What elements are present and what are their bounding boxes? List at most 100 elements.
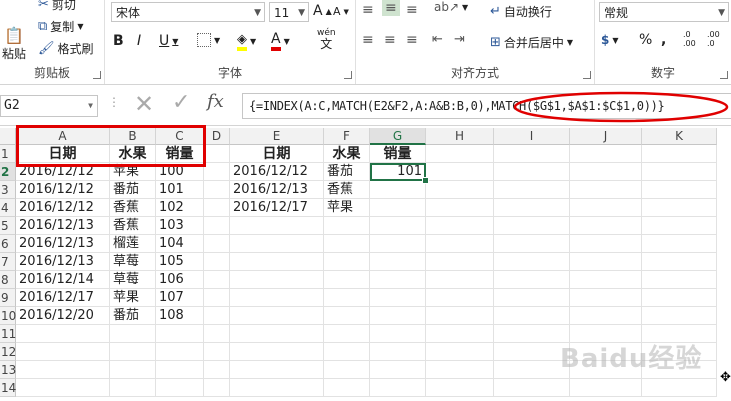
- cell-A6[interactable]: 2016/12/13: [16, 235, 110, 253]
- cell-G2[interactable]: 101: [370, 163, 426, 181]
- select-all-corner[interactable]: [0, 128, 16, 145]
- cell-I5[interactable]: [494, 217, 570, 235]
- number-format-select[interactable]: 常规 ▼: [599, 2, 729, 22]
- cell-D12[interactable]: [204, 343, 230, 361]
- cell-F8[interactable]: [324, 271, 370, 289]
- cell-K9[interactable]: [642, 289, 717, 307]
- cell-D9[interactable]: [204, 289, 230, 307]
- cell-J6[interactable]: [570, 235, 642, 253]
- format-painter-button[interactable]: 🖌 格式刷: [38, 40, 94, 57]
- column-header[interactable]: B: [110, 128, 156, 145]
- align-center-button[interactable]: ≡: [384, 32, 396, 48]
- cell-C10[interactable]: 108: [156, 307, 204, 325]
- cell-J14[interactable]: [570, 379, 642, 397]
- cell-D13[interactable]: [204, 361, 230, 379]
- decrease-decimal-button[interactable]: .00 .0: [707, 30, 727, 48]
- phonetic-button[interactable]: wén 文: [317, 28, 336, 50]
- cell-K6[interactable]: [642, 235, 717, 253]
- cell-B2[interactable]: 苹果: [110, 163, 156, 181]
- cell-C12[interactable]: [156, 343, 204, 361]
- italic-button[interactable]: I: [137, 33, 141, 49]
- row-header[interactable]: 7: [0, 253, 16, 271]
- number-launcher-icon[interactable]: [720, 71, 728, 79]
- cell-E6[interactable]: [230, 235, 324, 253]
- cell-E8[interactable]: [230, 271, 324, 289]
- merge-center-button[interactable]: ⊞ 合并后居中 ▼: [490, 34, 573, 51]
- cell-G7[interactable]: [370, 253, 426, 271]
- cell-J3[interactable]: [570, 181, 642, 199]
- cell-D8[interactable]: [204, 271, 230, 289]
- cell-I9[interactable]: [494, 289, 570, 307]
- cell-D11[interactable]: [204, 325, 230, 343]
- column-header[interactable]: A: [16, 128, 110, 145]
- cell-J8[interactable]: [570, 271, 642, 289]
- cell-I10[interactable]: [494, 307, 570, 325]
- cell-G8[interactable]: [370, 271, 426, 289]
- cell-B8[interactable]: 草莓: [110, 271, 156, 289]
- cell-B9[interactable]: 苹果: [110, 289, 156, 307]
- row-header[interactable]: 3: [0, 181, 16, 199]
- cell-C14[interactable]: [156, 379, 204, 397]
- cell-I3[interactable]: [494, 181, 570, 199]
- cell-F12[interactable]: [324, 343, 370, 361]
- increase-decimal-button[interactable]: .0 .00: [683, 30, 703, 48]
- cell-J10[interactable]: [570, 307, 642, 325]
- cell-K2[interactable]: [642, 163, 717, 181]
- cell-F9[interactable]: [324, 289, 370, 307]
- cell-K4[interactable]: [642, 199, 717, 217]
- row-header[interactable]: 9: [0, 289, 16, 307]
- cell-I11[interactable]: [494, 325, 570, 343]
- cell-C4[interactable]: 102: [156, 199, 204, 217]
- cell-K10[interactable]: [642, 307, 717, 325]
- align-right-button[interactable]: ≡: [406, 32, 418, 48]
- column-header[interactable]: H: [426, 128, 494, 145]
- cell-G4[interactable]: [370, 199, 426, 217]
- cell-A2[interactable]: 2016/12/12: [16, 163, 110, 181]
- cell-H3[interactable]: [426, 181, 494, 199]
- cell-B14[interactable]: [110, 379, 156, 397]
- cell-A3[interactable]: 2016/12/12: [16, 181, 110, 199]
- cell-A5[interactable]: 2016/12/13: [16, 217, 110, 235]
- cell-F7[interactable]: [324, 253, 370, 271]
- cell-I12[interactable]: [494, 343, 570, 361]
- cell-E4[interactable]: 2016/12/17: [230, 199, 324, 217]
- row-header[interactable]: 4: [0, 199, 16, 217]
- row-header[interactable]: 6: [0, 235, 16, 253]
- underline-button[interactable]: U ▼: [159, 33, 178, 49]
- cell-B5[interactable]: 香蕉: [110, 217, 156, 235]
- comma-button[interactable]: ,: [661, 32, 666, 48]
- cell-G10[interactable]: [370, 307, 426, 325]
- cell-C2[interactable]: 100: [156, 163, 204, 181]
- cell-D4[interactable]: [204, 199, 230, 217]
- cut-button[interactable]: ✂ 剪切: [38, 0, 76, 13]
- cell-H7[interactable]: [426, 253, 494, 271]
- cell-H8[interactable]: [426, 271, 494, 289]
- cell-E5[interactable]: [230, 217, 324, 235]
- cell-F2[interactable]: 番茄: [324, 163, 370, 181]
- cell-B3[interactable]: 番茄: [110, 181, 156, 199]
- cell-C8[interactable]: 106: [156, 271, 204, 289]
- row-header[interactable]: 8: [0, 271, 16, 289]
- cell-E2[interactable]: 2016/12/12: [230, 163, 324, 181]
- row-header[interactable]: 12: [0, 343, 16, 361]
- cell-G3[interactable]: [370, 181, 426, 199]
- row-header[interactable]: 11: [0, 325, 16, 343]
- cell-B12[interactable]: [110, 343, 156, 361]
- align-left-button[interactable]: ≡: [362, 32, 374, 48]
- cell-K7[interactable]: [642, 253, 717, 271]
- cell-G11[interactable]: [370, 325, 426, 343]
- cell-E12[interactable]: [230, 343, 324, 361]
- cell-I7[interactable]: [494, 253, 570, 271]
- cell-F10[interactable]: [324, 307, 370, 325]
- cell-D3[interactable]: [204, 181, 230, 199]
- grow-font-button[interactable]: A ▲: [313, 3, 332, 19]
- cell-H5[interactable]: [426, 217, 494, 235]
- cell-C9[interactable]: 107: [156, 289, 204, 307]
- cell-C6[interactable]: 104: [156, 235, 204, 253]
- cell-D7[interactable]: [204, 253, 230, 271]
- alignment-launcher-icon[interactable]: [583, 71, 591, 79]
- cell-F14[interactable]: [324, 379, 370, 397]
- cell-F1[interactable]: 水果: [324, 145, 370, 163]
- row-header[interactable]: 13: [0, 361, 16, 379]
- align-bottom-button[interactable]: ≡: [406, 2, 418, 18]
